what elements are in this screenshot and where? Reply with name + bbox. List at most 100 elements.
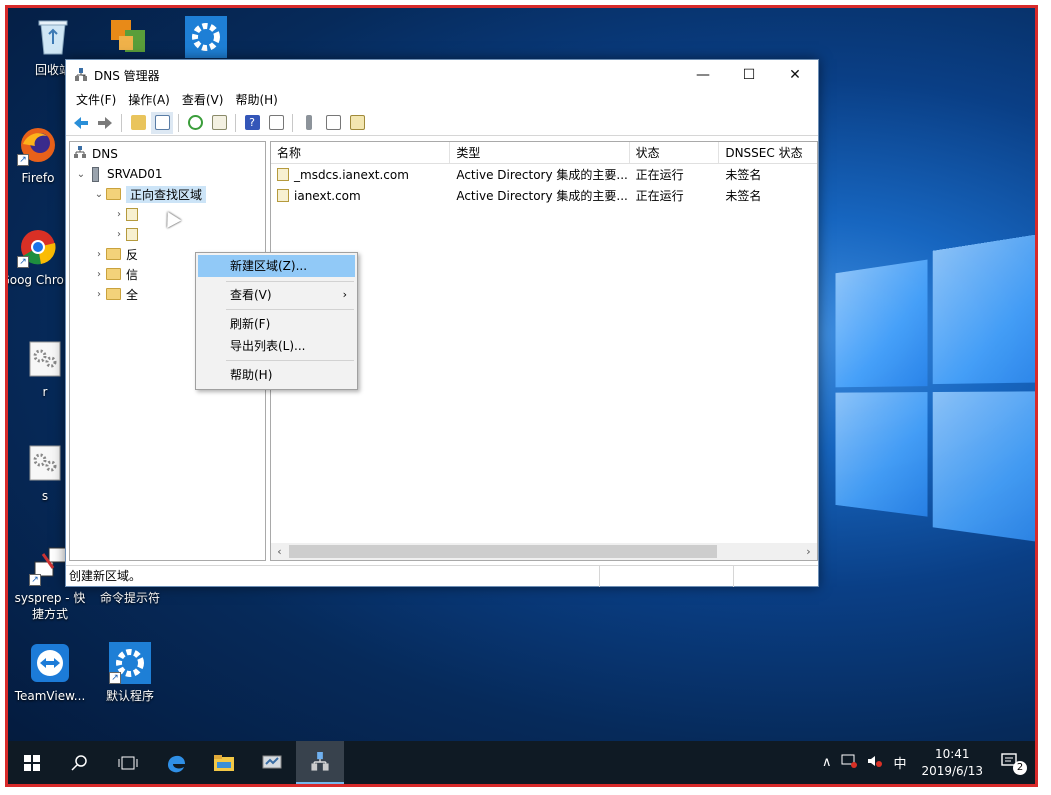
list-row[interactable]: _msdcs.ianext.com Active Directory 集成的主要… [271,164,817,185]
dns-manager-window: DNS 管理器 — ☐ ✕ 文件(F) 操作(A) 查看(V) 帮助(H) ? … [65,59,819,587]
desktop: 回收站 ↗ Firefo ↗ Goog Chrom [8,8,1035,784]
menu-view[interactable]: 查看(V) [176,90,230,110]
server-manager-button[interactable] [248,741,296,784]
chevron-right-icon[interactable]: › [112,209,126,220]
tree-item-server[interactable]: ⌄ SRVAD01 [74,164,162,184]
title-bar[interactable]: DNS 管理器 — ☐ ✕ [66,60,818,90]
edge-button[interactable] [152,741,200,784]
menu-item-export-list[interactable]: 导出列表(L)... [198,335,355,357]
desktop-icon-default-programs[interactable]: ↗ 默认程序 [90,642,170,704]
status-bar: 创建新区域。 [66,565,818,587]
menu-item-view[interactable]: 查看(V) › [198,284,355,306]
menu-separator [226,309,354,310]
up-folder-icon[interactable] [127,112,149,134]
chevron-up-icon[interactable]: ∧ [817,755,837,770]
desktop-icon-app[interactable] [88,16,168,62]
menu-item-refresh[interactable]: 刷新(F) [198,313,355,335]
show-hide-tree-icon[interactable] [151,111,173,134]
scroll-left-icon[interactable]: ‹ [271,545,288,558]
chevron-right-icon[interactable]: › [92,269,106,280]
server-icon[interactable] [298,112,320,134]
zone-icon [126,227,138,241]
dns-app-icon [311,751,329,771]
gear-icon: ↗ [109,642,151,684]
status-segment [734,566,818,587]
menu-action[interactable]: 操作(A) [122,90,176,110]
file-explorer-button[interactable] [200,741,248,784]
refresh-icon[interactable] [184,112,206,134]
zone-view-icon[interactable] [346,112,368,134]
gear-icon [185,16,227,58]
clock[interactable]: 10:41 2019/6/13 [911,746,993,780]
chrome-icon: ↗ [17,226,59,268]
start-button[interactable] [8,741,56,784]
toolbar-separator [235,113,236,132]
zone-icon [126,207,138,221]
zone-name: _msdcs.ianext.com [294,167,409,182]
column-header-status[interactable]: 状态 [630,142,720,163]
maximize-button[interactable]: ☐ [726,60,772,90]
column-header-type[interactable]: 类型 [450,142,630,163]
chevron-down-icon[interactable]: ⌄ [74,169,88,180]
menu-item-new-zone[interactable]: 新建区域(Z)... [198,255,355,277]
menu-file[interactable]: 文件(F) [70,90,122,110]
notification-center-button[interactable]: 2 [993,752,1035,775]
close-button[interactable]: ✕ [772,60,818,90]
menu-separator [226,360,354,361]
tree-item-trust-points[interactable]: › 信 [92,264,138,284]
properties-icon[interactable] [265,112,287,134]
chevron-right-icon[interactable]: › [92,289,106,300]
back-button[interactable] [70,112,92,134]
chevron-right-icon[interactable]: › [92,249,106,260]
tree-item-zone-ianext[interactable]: › [112,224,143,244]
tree-item-global-logs[interactable]: › 全 [92,284,138,304]
folder-icon [106,248,121,260]
list-header: 名称 类型 状态 DNSSEC 状态 [271,142,817,164]
tree-item-zone-msdcs[interactable]: › [112,204,143,224]
help-icon[interactable]: ? [241,112,263,134]
menu-separator [226,281,354,282]
chevron-down-icon[interactable]: ⌄ [92,189,106,200]
tree-item-reverse-zones[interactable]: › 反 [92,244,138,264]
folder-icon [106,288,121,300]
context-menu: 新建区域(Z)... 查看(V) › 刷新(F) 导出列表(L)... 帮助(H… [195,252,358,390]
column-header-name[interactable]: 名称 [271,142,451,163]
desktop-icon-label: TeamView... [14,689,86,703]
tree-label: 反 [126,247,139,262]
zone-icon [277,168,289,181]
desktop-icon-teamviewer[interactable]: TeamView... [10,642,90,704]
desktop-icon-settings[interactable] [166,16,246,62]
horizontal-scrollbar[interactable]: ‹ › [271,543,817,560]
volume-muted-icon[interactable] [862,754,888,772]
zone-name: ianext.com [294,188,361,203]
search-button[interactable] [56,741,104,784]
zone-type: Active Directory 集成的主要... [456,189,628,203]
tree-item-forward-zones[interactable]: ⌄ 正向查找区域 [92,184,207,204]
network-icon[interactable] [836,754,862,772]
zone-status: 正在运行 [635,189,684,203]
menu-item-help[interactable]: 帮助(H) [198,364,355,386]
task-view-icon [118,756,138,769]
desktop-icon-label: 默认程序 [105,689,154,703]
dns-manager-taskbar-button[interactable] [296,741,344,784]
tree-item-dns[interactable]: DNS [72,144,118,164]
list-row[interactable]: ianext.com Active Directory 集成的主要... 正在运… [271,185,817,206]
scroll-right-icon[interactable]: › [800,545,817,558]
task-view-button[interactable] [104,741,152,784]
desktop-icon-label: 命令提示符 [99,591,160,605]
export-list-icon[interactable] [208,112,230,134]
status-segment [600,565,734,587]
scroll-thumb[interactable] [289,545,717,558]
firefox-icon: ↗ [17,124,59,166]
column-header-dnssec[interactable]: DNSSEC 状态 [719,142,817,163]
taskbar: ∧ 中 10:41 2019/6/13 2 [8,741,1035,784]
minimize-button[interactable]: — [680,60,726,90]
chevron-right-icon[interactable]: › [112,229,126,240]
server-icon [92,166,99,182]
forward-button[interactable] [94,112,116,134]
zone-status: 正在运行 [635,168,684,182]
input-method-indicator[interactable]: 中 [888,753,911,772]
list-view-icon[interactable] [322,112,344,134]
zone-dnssec: 未签名 [725,168,762,182]
menu-help[interactable]: 帮助(H) [229,90,283,110]
